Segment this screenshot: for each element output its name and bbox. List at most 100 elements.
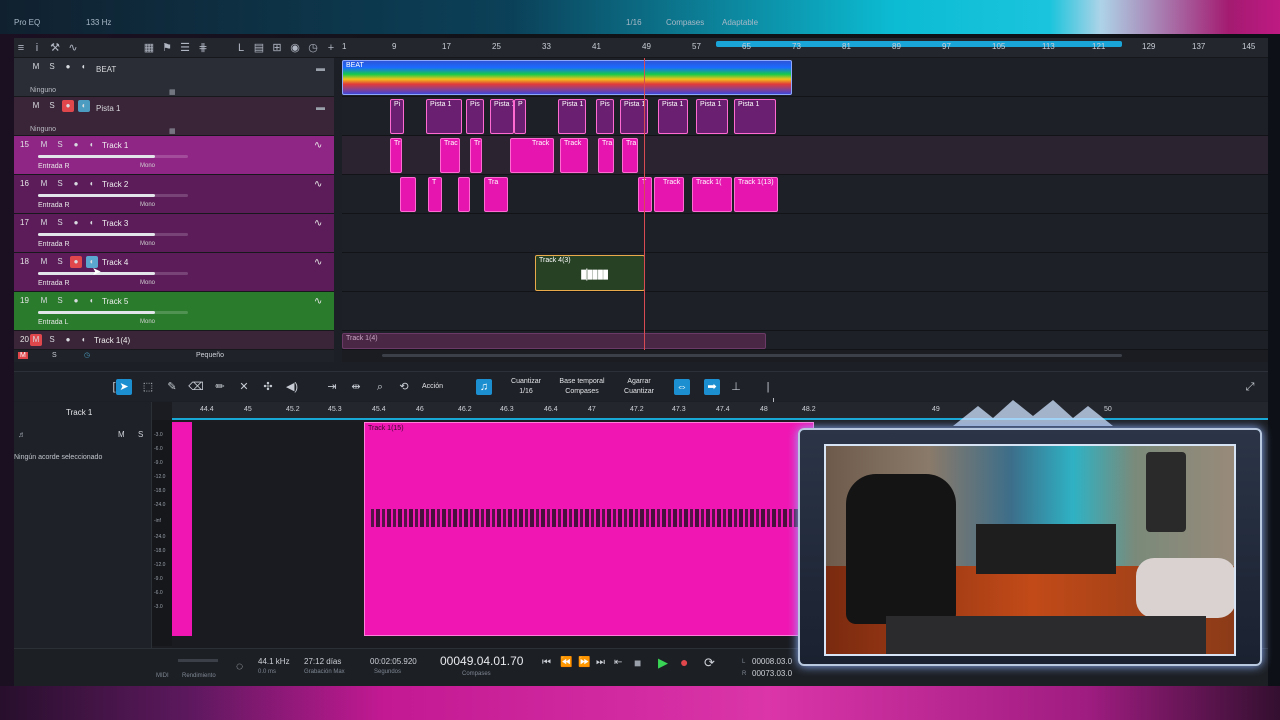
- record-button[interactable]: ●: [70, 178, 82, 190]
- mono-label[interactable]: Mono: [140, 202, 155, 208]
- folder-track-pista[interactable]: M S ● ◐ Pista 1 Ninguno ▬ ▦: [14, 97, 334, 136]
- mute-button[interactable]: M: [30, 100, 42, 112]
- mute-button[interactable]: M: [30, 61, 42, 73]
- volume-fader[interactable]: [38, 155, 188, 158]
- marker-icon[interactable]: ⇤: [614, 657, 622, 668]
- mono-label[interactable]: Mono: [140, 241, 155, 247]
- record-button[interactable]: ●: [62, 334, 74, 346]
- track-row-16[interactable]: 16 M S ● ◐ Track 2 Entrada R Mono ∿: [14, 175, 334, 214]
- seconds-label[interactable]: Segundos: [374, 669, 401, 675]
- split-tool-icon[interactable]: ✎: [164, 379, 180, 395]
- size-label[interactable]: Pequeño: [196, 352, 224, 359]
- record-button[interactable]: ●: [62, 61, 74, 73]
- range-tool-icon[interactable]: ⬚: [140, 379, 156, 395]
- quantize-toggle-icon[interactable]: ♫: [476, 379, 492, 395]
- volume-fader[interactable]: [38, 233, 188, 236]
- volume-fader[interactable]: [38, 311, 188, 314]
- clip-track-1[interactable]: Tr: [470, 138, 482, 173]
- waveform-icon[interactable]: ∿: [314, 218, 322, 229]
- stretch-icon[interactable]: ⇹: [348, 379, 364, 395]
- fit-icon[interactable]: ⊞: [270, 41, 284, 55]
- action-menu[interactable]: Acción: [422, 382, 443, 392]
- solo-button[interactable]: S: [138, 430, 143, 439]
- record-button[interactable]: ●: [70, 217, 82, 229]
- clip-pista[interactable]: Pis: [596, 99, 614, 134]
- eraser-tool-icon[interactable]: ⌫: [188, 379, 204, 395]
- clip-track-2[interactable]: [400, 177, 416, 212]
- split-view-icon[interactable]: |↔|: [760, 379, 776, 409]
- rewind-start-icon[interactable]: ⏮: [542, 657, 551, 668]
- monitor-icon[interactable]: ◷: [84, 351, 90, 359]
- film-icon[interactable]: ▤: [252, 41, 266, 55]
- record-button[interactable]: ●: [70, 256, 82, 268]
- clip-beat[interactable]: BEAT: [342, 60, 792, 95]
- add-track-icon[interactable]: +: [324, 41, 338, 55]
- clip-track-4[interactable]: Track 4(3) ▮|▮▮▮▮: [535, 255, 645, 291]
- forward-end-icon[interactable]: ⏭: [596, 657, 605, 668]
- mute-button[interactable]: M: [38, 217, 50, 229]
- grid-small-icon[interactable]: ▦: [169, 127, 176, 135]
- mono-label[interactable]: Mono: [140, 280, 155, 286]
- position-label[interactable]: Compases: [462, 671, 491, 677]
- record-button[interactable]: ●: [70, 295, 82, 307]
- rewind-icon[interactable]: ⏪: [560, 657, 572, 668]
- loop-start[interactable]: 00008.03.0: [752, 657, 792, 666]
- waveform-icon[interactable]: ∿: [314, 179, 322, 190]
- prev-clip-edge[interactable]: [172, 422, 192, 636]
- clip-track-1[interactable]: Tra: [622, 138, 638, 173]
- clip-track-2[interactable]: Track: [654, 177, 684, 212]
- solo-button[interactable]: S: [54, 217, 66, 229]
- solo-button[interactable]: S: [54, 178, 66, 190]
- pencil-tool-icon[interactable]: ✏: [212, 379, 228, 395]
- bend-tool-icon[interactable]: ✣: [260, 379, 276, 395]
- freq-value[interactable]: 133 Hz: [86, 18, 111, 27]
- mute-button[interactable]: M: [118, 430, 125, 439]
- position-display[interactable]: 00049.04.01.70: [440, 654, 523, 668]
- input-label[interactable]: Entrada R: [38, 202, 70, 209]
- input-label[interactable]: Entrada R: [38, 163, 70, 170]
- snap-toggle-icon[interactable]: ⇔: [674, 379, 690, 395]
- waveform-icon[interactable]: ∿: [314, 296, 322, 307]
- track-row-17[interactable]: 17 M S ● ◐ Track 3 Entrada R Mono ∿: [14, 214, 334, 253]
- folder-track-beat[interactable]: M S ● ◐ BEAT Ninguno ▬ ▦: [14, 58, 334, 97]
- track-row-20[interactable]: 20 M S ● ◐ Track 1(4): [14, 331, 334, 350]
- track-name[interactable]: Track 1(4): [94, 336, 130, 345]
- timebase-value[interactable]: Compases: [554, 387, 610, 397]
- clip-track-2[interactable]: T: [428, 177, 442, 212]
- solo-button[interactable]: S: [46, 61, 58, 73]
- mono-label[interactable]: Mono: [140, 163, 155, 169]
- mute-button[interactable]: M: [30, 334, 42, 346]
- clip-track-2[interactable]: Track 1(13): [734, 177, 778, 212]
- clip-pista[interactable]: Pista 1: [426, 99, 462, 134]
- loop-range[interactable]: [716, 41, 1122, 47]
- clip-pista[interactable]: Pista 1: [696, 99, 728, 134]
- info-icon[interactable]: i: [30, 41, 44, 55]
- grid-small-icon[interactable]: ▦: [169, 88, 176, 96]
- clip-track-1[interactable]: Track: [510, 138, 554, 173]
- clip-track-2[interactable]: [458, 177, 470, 212]
- clip-pista[interactable]: Pis: [466, 99, 484, 134]
- mute-button[interactable]: M: [38, 178, 50, 190]
- record-button[interactable]: ●: [70, 139, 82, 151]
- track-name[interactable]: Track 4: [102, 258, 128, 267]
- clip-track-1[interactable]: Track: [560, 138, 588, 173]
- forward-icon[interactable]: ⏩: [578, 657, 590, 668]
- timebase-value[interactable]: Compases: [666, 18, 704, 27]
- clip-pista[interactable]: Pista 1: [734, 99, 776, 134]
- solo-button[interactable]: S: [54, 295, 66, 307]
- record-icon[interactable]: ●: [680, 654, 688, 670]
- clip-track-20[interactable]: Track 1(4): [342, 333, 766, 349]
- track-row-15[interactable]: 15 M S ● ◐ Track 1 Entrada R Mono ∿: [14, 136, 334, 175]
- track-row-18[interactable]: 18 M S ● ◐ Track 4 Entrada R Mono ∿ ➤: [14, 253, 334, 292]
- mono-label[interactable]: Mono: [140, 319, 155, 325]
- clip-track-1[interactable]: Tra: [598, 138, 614, 173]
- mute-button[interactable]: M: [38, 139, 50, 151]
- clip-pista[interactable]: Pista 1: [658, 99, 688, 134]
- grid-icon[interactable]: ▦: [142, 41, 156, 55]
- waveform-icon[interactable]: ∿: [314, 140, 322, 151]
- clip-track-2[interactable]: Track 1(: [692, 177, 732, 212]
- clip-pista[interactable]: Pista 1: [490, 99, 514, 134]
- snap-value[interactable]: Cuantizar: [616, 387, 662, 397]
- loop-icon[interactable]: ⟲: [396, 379, 412, 395]
- mixer-icon[interactable]: ⋕: [196, 41, 210, 55]
